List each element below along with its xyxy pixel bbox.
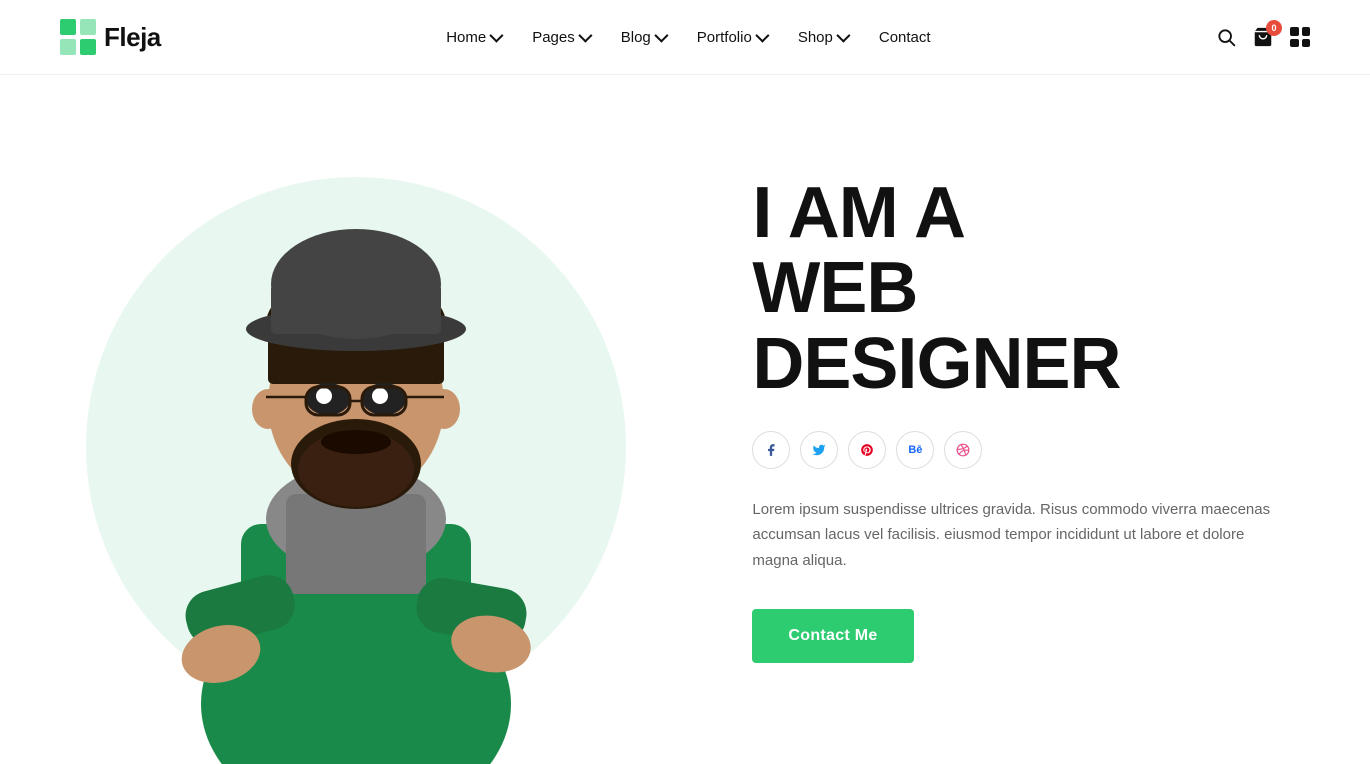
chevron-down-icon	[578, 29, 592, 43]
hero-description: Lorem ipsum suspendisse ultrices gravida…	[752, 497, 1272, 574]
nav-blog[interactable]: Blog	[621, 29, 665, 46]
nav-home[interactable]: Home	[446, 29, 500, 46]
grid-menu-button[interactable]	[1290, 27, 1310, 47]
search-icon	[1216, 27, 1236, 47]
social-icons: Bē	[752, 431, 1290, 469]
nav-shop[interactable]: Shop	[798, 29, 847, 46]
pinterest-icon	[860, 443, 874, 457]
social-twitter-button[interactable]	[800, 431, 838, 469]
chevron-down-icon	[654, 29, 668, 43]
nav-contact[interactable]: Contact	[879, 29, 931, 46]
logo-text: Fleja	[104, 22, 161, 53]
behance-icon: Bē	[908, 444, 922, 456]
contact-me-button[interactable]: Contact Me	[752, 609, 913, 663]
logo-icon	[60, 19, 96, 55]
person-svg	[146, 124, 566, 764]
facebook-icon	[764, 443, 778, 457]
header: Fleja Home Pages Blog Portfolio Shop Con…	[0, 0, 1370, 75]
hero-section: I AM A WEB DESIGNER Bē Lorem ipsum suspe…	[0, 75, 1370, 764]
social-dribbble-button[interactable]	[944, 431, 982, 469]
chevron-down-icon	[755, 29, 769, 43]
hero-content: I AM A WEB DESIGNER Bē Lorem ipsum suspe…	[712, 75, 1370, 764]
hero-image-area	[0, 75, 712, 764]
cart-button[interactable]: 0	[1252, 26, 1274, 48]
logo[interactable]: Fleja	[60, 19, 161, 55]
nav-pages[interactable]: Pages	[532, 29, 589, 46]
cart-badge: 0	[1266, 20, 1282, 36]
chevron-down-icon	[836, 29, 850, 43]
hero-title: I AM A WEB DESIGNER	[752, 176, 1290, 403]
search-button[interactable]	[1216, 27, 1236, 47]
social-facebook-button[interactable]	[752, 431, 790, 469]
social-pinterest-button[interactable]	[848, 431, 886, 469]
twitter-icon	[812, 443, 826, 457]
grid-icon	[1290, 27, 1310, 47]
chevron-down-icon	[490, 29, 504, 43]
dribbble-icon	[956, 443, 970, 457]
main-nav: Home Pages Blog Portfolio Shop Contact	[446, 29, 930, 46]
social-behance-button[interactable]: Bē	[896, 431, 934, 469]
hero-person-image	[116, 104, 596, 764]
header-icons: 0	[1216, 26, 1310, 48]
nav-portfolio[interactable]: Portfolio	[697, 29, 766, 46]
